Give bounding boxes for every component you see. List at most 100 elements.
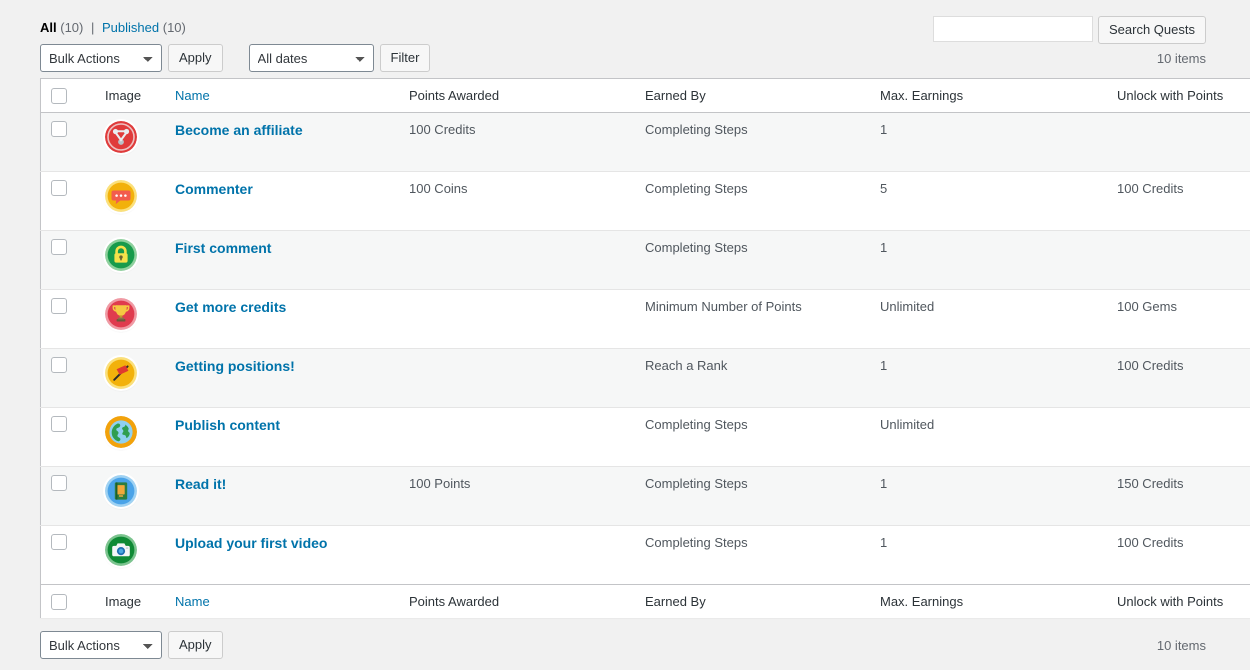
row-checkbox[interactable] xyxy=(51,357,67,373)
row-max-earnings: 1 xyxy=(870,526,1107,585)
row-checkbox[interactable] xyxy=(51,534,67,550)
table-header-row: Image Name Points Awarded Earned By Max.… xyxy=(41,79,1250,113)
globe-icon xyxy=(105,416,137,448)
row-image-cell xyxy=(95,113,165,172)
displaying-num-top: 10 items xyxy=(1157,51,1206,66)
quest-title-link[interactable]: Become an affiliate xyxy=(175,122,303,138)
quest-title-link[interactable]: Read it! xyxy=(175,476,226,492)
row-unlock-with-points: 100 Gems xyxy=(1107,290,1250,349)
row-image-cell xyxy=(95,349,165,408)
column-footer-name-link[interactable]: Name xyxy=(175,594,210,609)
row-checkbox[interactable] xyxy=(51,416,67,432)
quest-title-link[interactable]: Upload your first video xyxy=(175,535,327,551)
search-submit-button[interactable]: Search Quests xyxy=(1098,16,1206,44)
column-header-name: Name xyxy=(165,79,399,113)
table-row: Become an affiliate 100 CreditsCompleting… xyxy=(41,113,1250,172)
tablenav-bottom: Bulk Actions Apply xyxy=(40,631,223,661)
row-earned-by: Completing Steps xyxy=(635,231,870,290)
row-max-earnings: 5 xyxy=(870,172,1107,231)
quest-title-link[interactable]: Getting positions! xyxy=(175,358,295,374)
row-earned-by: Completing Steps xyxy=(635,408,870,467)
column-header-points-awarded: Points Awarded xyxy=(399,79,635,113)
row-unlock-with-points: 150 Credits xyxy=(1107,467,1250,526)
column-footer-image-label: Image xyxy=(105,594,141,609)
table-row: Get more credits Minimum Number of Points… xyxy=(41,290,1250,349)
select-all-header xyxy=(41,79,96,113)
row-points-awarded: 100 Points xyxy=(399,467,635,526)
bulk-apply-button-top[interactable]: Apply xyxy=(168,44,223,72)
select-all-checkbox-top[interactable] xyxy=(51,88,67,104)
row-points-awarded xyxy=(399,231,635,290)
table-row: Getting positions!Reach a Rank1100 Credi… xyxy=(41,349,1250,408)
column-footer-name: Name xyxy=(165,585,399,619)
row-earned-by: Completing Steps xyxy=(635,113,870,172)
column-footer-max-earnings: Max. Earnings xyxy=(870,585,1107,619)
row-points-awarded: 100 Coins xyxy=(399,172,635,231)
view-count-all: (10) xyxy=(60,20,83,35)
row-name-cell: Commenter xyxy=(165,172,399,231)
quest-title-link[interactable]: First comment xyxy=(175,240,271,256)
row-earned-by: Completing Steps xyxy=(635,172,870,231)
row-points-awarded xyxy=(399,408,635,467)
view-count-published: (10) xyxy=(163,20,186,35)
filter-button[interactable]: Filter xyxy=(380,44,431,72)
quest-title-link[interactable]: Get more credits xyxy=(175,299,286,315)
column-header-image: Image xyxy=(95,79,165,113)
select-all-checkbox-bottom[interactable] xyxy=(51,594,67,610)
view-link-all[interactable]: All xyxy=(40,20,57,35)
row-earned-by: Minimum Number of Points xyxy=(635,290,870,349)
date-filter-select[interactable]: All dates xyxy=(249,44,374,72)
row-points-awarded: 100 Credits xyxy=(399,113,635,172)
row-select-cell xyxy=(41,526,96,585)
affiliate-network-icon xyxy=(105,121,137,153)
row-checkbox[interactable] xyxy=(51,298,67,314)
row-unlock-with-points xyxy=(1107,231,1250,290)
column-header-name-link[interactable]: Name xyxy=(175,88,210,103)
row-max-earnings: 1 xyxy=(870,231,1107,290)
row-points-awarded xyxy=(399,290,635,349)
row-unlock-with-points: 100 Credits xyxy=(1107,349,1250,408)
table-row: Publish contentCompleting StepsUnlimited xyxy=(41,408,1250,467)
padlock-icon xyxy=(105,239,137,271)
row-name-cell: First comment xyxy=(165,231,399,290)
row-checkbox[interactable] xyxy=(51,121,67,137)
quests-list-page: All (10) | Published (10) Search Quests … xyxy=(0,0,1250,670)
search-input[interactable] xyxy=(933,16,1093,42)
row-unlock-with-points xyxy=(1107,408,1250,467)
row-unlock-with-points: 100 Credits xyxy=(1107,172,1250,231)
bulk-apply-button-bottom[interactable]: Apply xyxy=(168,631,223,659)
quests-table: Image Name Points Awarded Earned By Max.… xyxy=(40,78,1250,618)
row-max-earnings: 1 xyxy=(870,467,1107,526)
column-footer-unlock-with-points: Unlock with Points xyxy=(1107,585,1250,619)
bulk-actions-select-top[interactable]: Bulk Actions xyxy=(40,44,162,72)
quest-title-link[interactable]: Commenter xyxy=(175,181,253,197)
view-link-published[interactable]: Published xyxy=(102,20,159,35)
row-select-cell xyxy=(41,290,96,349)
quest-title-link[interactable]: Publish content xyxy=(175,417,280,433)
row-image-cell xyxy=(95,231,165,290)
table-row: Read it!100 PointsCompleting Steps1150 C… xyxy=(41,467,1250,526)
row-select-cell xyxy=(41,349,96,408)
row-earned-by: Completing Steps xyxy=(635,526,870,585)
row-image-cell xyxy=(95,526,165,585)
view-separator: | xyxy=(87,20,98,35)
row-earned-by: Reach a Rank xyxy=(635,349,870,408)
book-icon xyxy=(105,475,137,507)
row-checkbox[interactable] xyxy=(51,239,67,255)
row-checkbox[interactable] xyxy=(51,180,67,196)
table-body: Become an affiliate100 CreditsCompleting… xyxy=(41,113,1250,585)
bulk-actions-group-bottom: Bulk Actions Apply xyxy=(40,631,223,659)
table-row: First comment Completing Steps1 xyxy=(41,231,1250,290)
row-points-awarded xyxy=(399,349,635,408)
row-image-cell xyxy=(95,172,165,231)
row-name-cell: Read it! xyxy=(165,467,399,526)
row-checkbox[interactable] xyxy=(51,475,67,491)
select-all-footer xyxy=(41,585,96,619)
row-name-cell: Upload your first video xyxy=(165,526,399,585)
bulk-actions-select-bottom[interactable]: Bulk Actions xyxy=(40,631,162,659)
comment-bubble-icon xyxy=(105,180,137,212)
row-select-cell xyxy=(41,172,96,231)
view-link-published-label: Published xyxy=(102,20,159,35)
table-foot: Image Name Points Awarded Earned By Max.… xyxy=(41,585,1250,619)
column-header-image-label: Image xyxy=(105,88,141,103)
